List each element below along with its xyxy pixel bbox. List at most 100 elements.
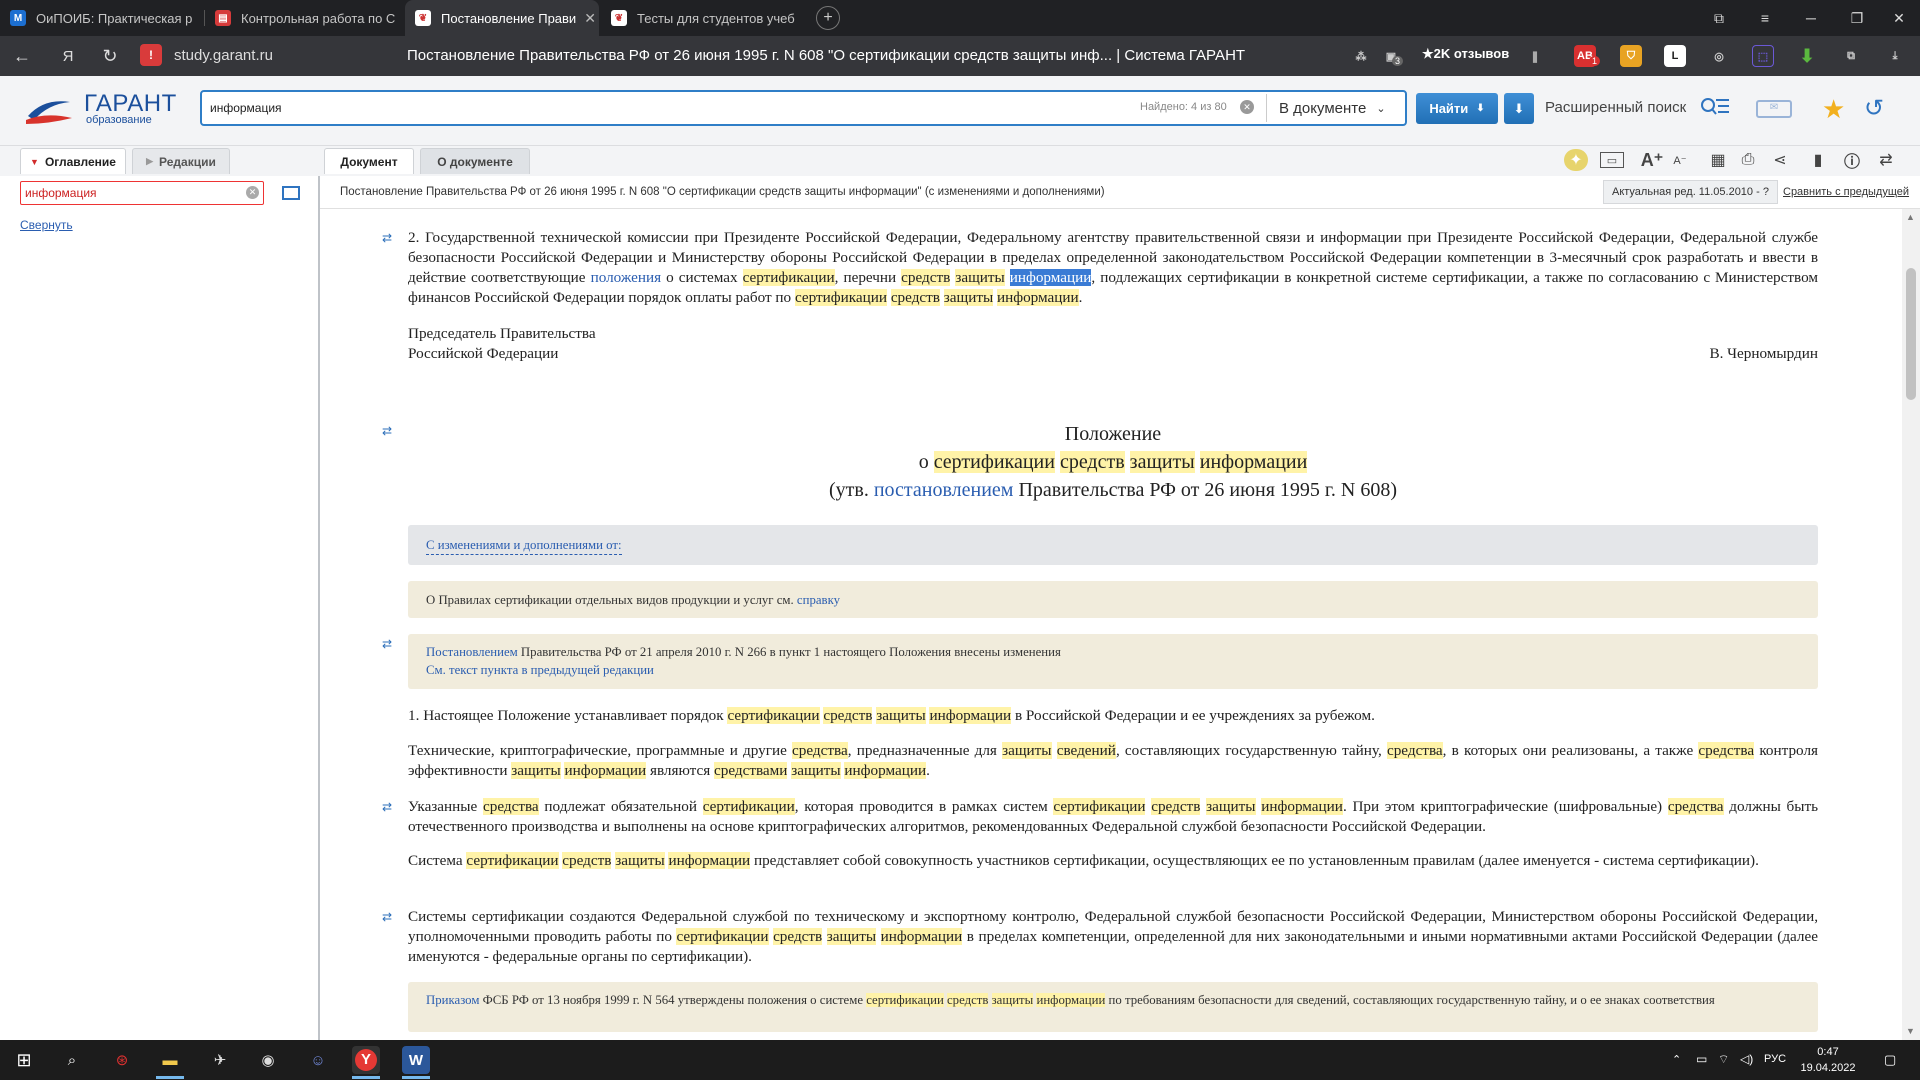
minimize-button[interactable]: ─ xyxy=(1788,0,1834,36)
discord-icon[interactable]: ☺ xyxy=(304,1046,332,1074)
paragraph-technical: Технические, криптографические, программ… xyxy=(408,742,1819,779)
security-warning-icon[interactable]: ! xyxy=(140,44,162,66)
tab-editions[interactable]: ▶ Редакции xyxy=(132,148,230,174)
scrollbar-thumb[interactable] xyxy=(1906,268,1916,400)
notifications-icon[interactable]: ▢ xyxy=(1884,1052,1896,1068)
clock[interactable]: 0:47 19.04.2022 xyxy=(1800,1044,1856,1076)
bookmark-doc-icon[interactable]: ▮ xyxy=(1806,149,1830,171)
heading-approved: (утв. постановлением Правительства РФ от… xyxy=(829,479,1397,501)
translate-icon[interactable]: ⁂ xyxy=(1350,45,1372,67)
tab-contents[interactable]: ▼ Оглавление xyxy=(20,148,126,174)
previous-edition-link[interactable]: См. текст пункта в предыдущей редакции xyxy=(426,661,654,679)
history-icon[interactable]: ↺ xyxy=(1864,94,1884,123)
language-indicator[interactable]: РУС xyxy=(1764,1053,1786,1065)
scope-select[interactable]: В документе ⌄ xyxy=(1266,94,1402,122)
next-result-button[interactable]: ⬇ xyxy=(1504,93,1534,124)
shield-icon[interactable]: ⛉ xyxy=(1620,45,1642,67)
browser-menu-icon[interactable]: ≡ xyxy=(1742,0,1788,36)
paragraph-1: 1. Настоящее Положение устанавливает пор… xyxy=(408,707,1375,724)
bulb-icon[interactable]: ◎ xyxy=(1708,45,1730,67)
search-icon[interactable]: ⌕ xyxy=(58,1046,86,1074)
battery-icon[interactable]: ▭ xyxy=(1696,1052,1707,1066)
yandex-icon[interactable]: Я xyxy=(56,44,80,68)
collections-icon[interactable]: ⧉ xyxy=(1840,45,1862,67)
scroll-down-icon[interactable]: ▼ xyxy=(1906,1026,1915,1036)
note-box: Приказом ФСБ РФ от 13 ноября 1999 г. N 5… xyxy=(408,982,1818,1032)
screenshot-icon[interactable]: ⬚ xyxy=(1752,45,1774,67)
clear-icon[interactable]: ✕ xyxy=(246,186,259,199)
link-spravku[interactable]: справку xyxy=(797,593,840,607)
file-explorer-icon[interactable]: ▬ xyxy=(156,1046,184,1074)
anchor-icon[interactable]: ⇄ xyxy=(382,425,396,437)
close-tab-icon[interactable]: ✕ xyxy=(576,10,596,27)
windows-start-icon[interactable]: ⊞ xyxy=(10,1046,38,1074)
download-icon[interactable]: ⬇ xyxy=(1796,45,1818,67)
view-mode-icon[interactable]: ▭ xyxy=(1600,152,1624,168)
back-icon[interactable]: ← xyxy=(10,44,34,68)
contents-search-value[interactable]: информация xyxy=(25,186,97,200)
font-increase-icon[interactable]: A⁺ xyxy=(1640,149,1664,171)
reviews-button[interactable]: ★2K отзывов xyxy=(1422,46,1509,62)
new-tab-button[interactable]: + xyxy=(816,6,840,30)
garant-logo-sub: образование xyxy=(86,114,152,126)
steam-icon[interactable]: ◉ xyxy=(254,1046,282,1074)
chevron-down-icon: ⌄ xyxy=(1376,102,1386,115)
link-polozheniya[interactable]: положения xyxy=(591,269,662,286)
link-prikazom[interactable]: Приказом xyxy=(426,993,479,1007)
browser-tab[interactable]: M ОиПОИБ: Практическая р xyxy=(0,0,204,36)
restore-button[interactable]: ❐ xyxy=(1834,0,1880,36)
collapse-link[interactable]: Свернуть xyxy=(20,218,73,232)
link-postanovleniem-2010[interactable]: Постановлением xyxy=(426,645,518,659)
link-postanovleniem[interactable]: постановлением xyxy=(874,479,1014,501)
tab-document[interactable]: Документ xyxy=(324,148,414,174)
reload-icon[interactable]: ↻ xyxy=(98,44,122,68)
info-icon[interactable]: ⓘ xyxy=(1840,149,1864,171)
yandex-browser-icon[interactable]: Y xyxy=(352,1046,380,1074)
mail-icon[interactable]: ✉ xyxy=(1756,100,1792,118)
garant-logo-icon xyxy=(26,101,72,124)
tray-chevron-icon[interactable]: ⌃ xyxy=(1672,1053,1681,1066)
tab-about-document[interactable]: О документе xyxy=(420,148,530,174)
game-icon[interactable]: ✈ xyxy=(206,1046,234,1074)
volume-icon[interactable]: ◁) xyxy=(1740,1052,1753,1066)
actual-edition[interactable]: Актуальная ред. 11.05.2010 - ? xyxy=(1603,180,1778,204)
panel-view-icon[interactable] xyxy=(282,186,300,200)
anchor-icon[interactable]: ⇄ xyxy=(382,801,396,813)
search-value[interactable]: информация xyxy=(210,101,282,115)
tab-title: ОиПОИБ: Практическая р xyxy=(36,10,193,26)
star-icon[interactable]: ★ xyxy=(1822,94,1845,125)
expand-icon[interactable]: ⇄ xyxy=(1874,149,1898,171)
note-box: Постановлением Правительства РФ от 21 ап… xyxy=(408,634,1818,689)
advanced-search-icon[interactable] xyxy=(1700,96,1730,118)
scroll-up-icon[interactable]: ▲ xyxy=(1906,212,1915,222)
bookmark-icon[interactable]: ❚ xyxy=(1524,45,1546,67)
font-decrease-icon[interactable]: A⁻ xyxy=(1668,149,1692,171)
pdf-icon: ▤ xyxy=(215,10,231,26)
anchor-icon[interactable]: ⇄ xyxy=(382,638,396,650)
changes-link[interactable]: С изменениями и дополнениями от: xyxy=(426,536,622,555)
browser-tab[interactable]: ❦ Тесты для студентов учеб xyxy=(601,0,803,36)
word-icon[interactable]: W xyxy=(402,1046,430,1074)
save-icon[interactable]: ▦ xyxy=(1706,149,1730,171)
close-window-button[interactable]: ✕ xyxy=(1876,0,1920,36)
advanced-search-link[interactable]: Расширенный поиск xyxy=(1545,99,1686,116)
changes-box: С изменениями и дополнениями от: xyxy=(408,525,1818,565)
tabs-menu-icon[interactable]: ⧉ xyxy=(1696,0,1742,36)
anchor-icon[interactable]: ⇄ xyxy=(382,232,396,244)
browser-tab[interactable]: ▤ Контрольная работа по С xyxy=(205,0,403,36)
url-text[interactable]: study.garant.ru xyxy=(174,47,273,64)
share-icon[interactable]: ⋖ xyxy=(1768,149,1792,171)
lingualeo-icon[interactable]: L xyxy=(1664,45,1686,67)
clear-search-icon[interactable]: ✕ xyxy=(1240,100,1254,114)
find-button[interactable]: Найти ⬇ xyxy=(1416,93,1498,124)
antivirus-icon[interactable]: ⊛ xyxy=(108,1046,136,1074)
scope-value: В документе xyxy=(1279,99,1367,117)
browser-tab-active[interactable]: ❦ Постановление Прави ✕ xyxy=(405,0,599,36)
anchor-icon[interactable]: ⇄ xyxy=(382,911,396,923)
network-icon[interactable]: ⌔ xyxy=(1718,1052,1729,1067)
lightbulb-icon[interactable]: ✦ xyxy=(1564,149,1588,171)
downloads-icon[interactable]: ⤓ xyxy=(1884,45,1906,67)
compare-link[interactable]: Сравнить с предыдущей xyxy=(1783,186,1909,198)
print-icon[interactable]: ⎙ xyxy=(1736,149,1760,171)
address-bar: ← Я ↻ ! study.garant.ru Постановление Пр… xyxy=(0,36,1920,76)
